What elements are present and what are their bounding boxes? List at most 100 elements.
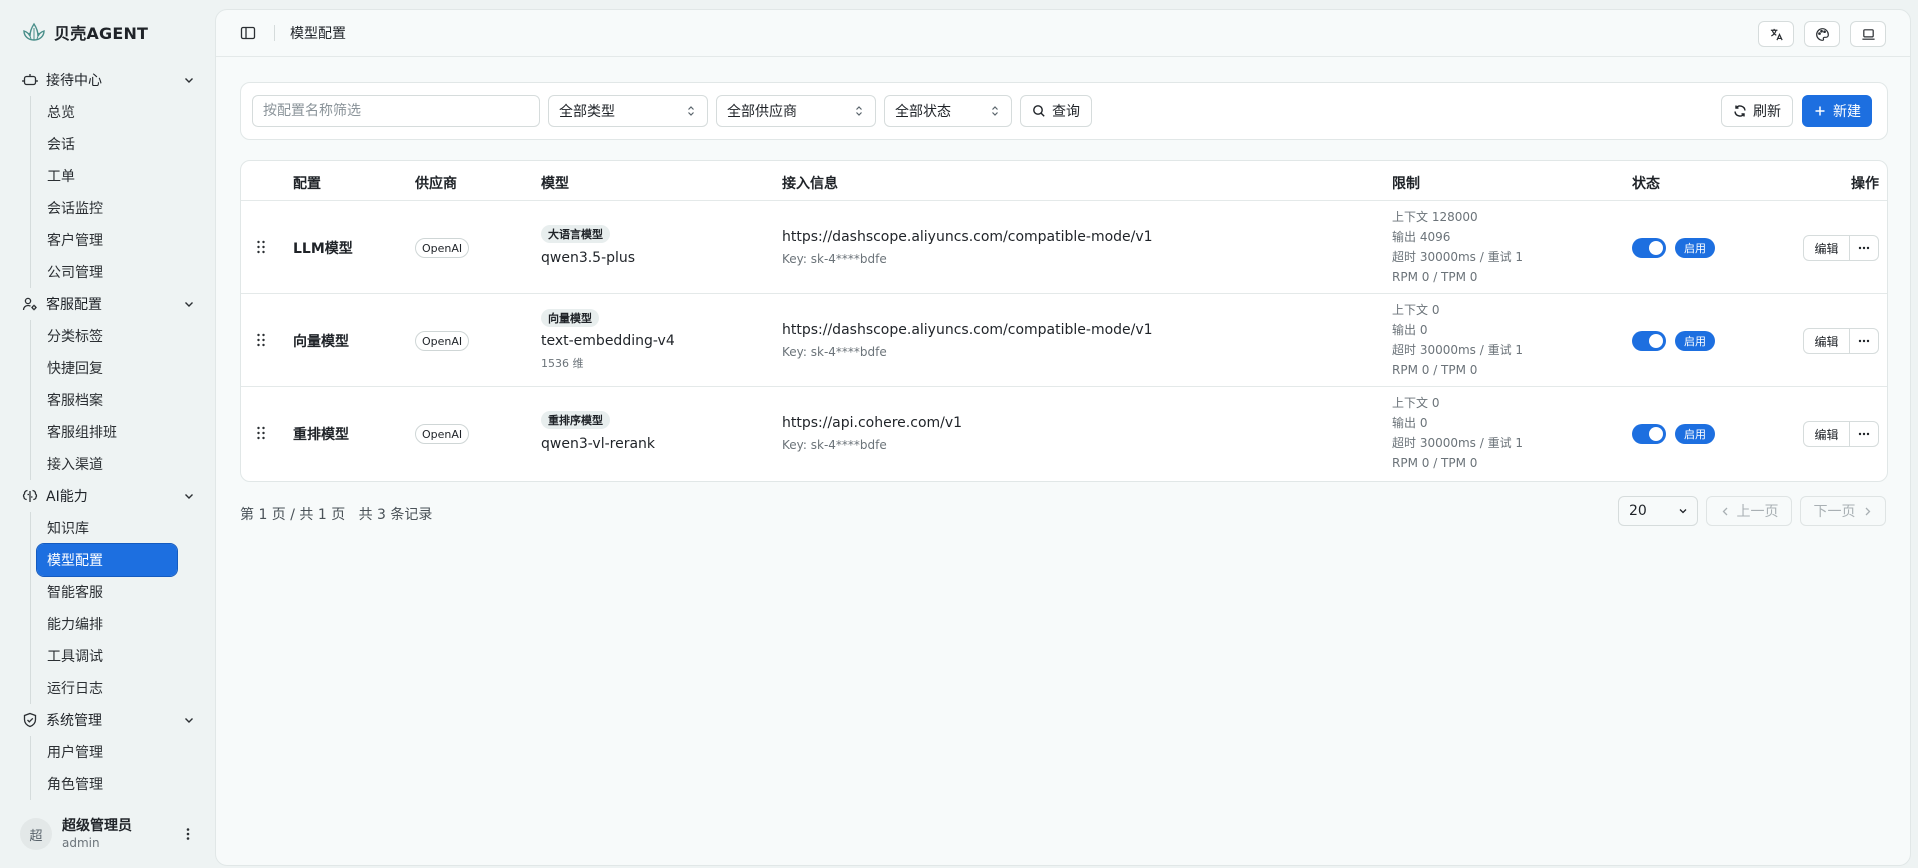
vendor-select[interactable]: 全部供应商 [716, 95, 876, 127]
nav-group-label: AI能力 [46, 489, 88, 505]
sidebar-item-roles[interactable]: 角色管理 [37, 768, 177, 800]
chevron-down-icon [185, 302, 193, 307]
sidebar-item-session-monitor[interactable]: 会话监控 [37, 192, 177, 224]
nav-group-reception[interactable]: 接待中心 [0, 64, 214, 96]
page-size-select[interactable]: 20 [1618, 496, 1698, 526]
status-select[interactable]: 全部状态 [884, 95, 1012, 127]
model-name: qwen3-vl-rerank [541, 436, 656, 452]
edit-button[interactable]: 编辑 [1804, 236, 1850, 260]
ai-brain-icon [22, 489, 38, 502]
column-header: 模型 [541, 176, 569, 192]
enable-toggle[interactable] [1632, 424, 1666, 444]
nav-group-service-config[interactable]: 客服配置 [0, 288, 214, 320]
sidebar-item-overview[interactable]: 总览 [37, 96, 177, 128]
status-badge: 启用 [1675, 331, 1715, 351]
table-row[interactable]: 重排模型 OpenAI 重排序模型 qwen3-vl-rerank https:… [241, 387, 1887, 480]
sidebar-toggle-icon[interactable] [240, 25, 256, 41]
model-type-tag: 大语言模型 [541, 225, 610, 243]
chevron-right-icon [1865, 507, 1870, 515]
brand[interactable]: 贝壳AGENT [22, 20, 148, 44]
model-dimension: 1536 维 [541, 357, 584, 370]
sidebar: 贝壳AGENT 接待中心 总览 会话 工单 会话监控 客户管理 公司管理 客服配… [0, 0, 214, 868]
limit-rate: RPM 0 / TPM 0 [1392, 456, 1478, 470]
theme-button[interactable] [1804, 21, 1840, 47]
pagination: 20 上一页 下一页 [1618, 496, 1886, 526]
main-panel: 模型配置 全部类型 [215, 9, 1911, 866]
sidebar-item-tool-debug[interactable]: 工具调试 [37, 640, 177, 672]
table-row[interactable]: 向量模型 OpenAI 向量模型 text-embedding-v4 1536 … [241, 294, 1887, 387]
language-button[interactable] [1758, 21, 1794, 47]
type-select[interactable]: 全部类型 [548, 95, 708, 127]
config-name-filter-input[interactable] [252, 95, 540, 127]
sidebar-item-agent-profiles[interactable]: 客服档案 [37, 384, 177, 416]
sidebar-item-quick-replies[interactable]: 快捷回复 [37, 352, 177, 384]
sidebar-item-customers[interactable]: 客户管理 [37, 224, 177, 256]
row-actions: 编辑 [1803, 235, 1879, 261]
sidebar-item-tags[interactable]: 分类标签 [37, 320, 177, 352]
limit-timeout: 超时 30000ms / 重试 1 [1392, 343, 1524, 357]
drag-handle-icon[interactable] [255, 425, 267, 441]
top-actions [1758, 21, 1886, 47]
chevron-down-icon [1679, 509, 1687, 514]
prev-page-button[interactable]: 上一页 [1706, 496, 1792, 526]
sidebar-item-group-schedule[interactable]: 客服组排班 [37, 416, 177, 448]
chevron-up-down-icon [992, 106, 998, 116]
column-header: 状态 [1632, 176, 1660, 192]
more-button[interactable] [1850, 329, 1878, 353]
refresh-button[interactable]: 刷新 [1721, 95, 1793, 127]
sidebar-item-smart-service[interactable]: 智能客服 [37, 576, 177, 608]
model-type-tag: 重排序模型 [541, 411, 610, 429]
edit-button[interactable]: 编辑 [1804, 329, 1850, 353]
model-type-tag: 向量模型 [541, 309, 599, 327]
more-button[interactable] [1850, 236, 1878, 260]
nav-group-ai[interactable]: AI能力 [0, 480, 214, 512]
sidebar-item-channels[interactable]: 接入渠道 [37, 448, 177, 480]
user-menu[interactable]: 超 超级管理员 admin [20, 814, 196, 854]
chevron-down-icon [185, 718, 193, 723]
row-actions: 编辑 [1803, 328, 1879, 354]
limit-output: 输出 0 [1392, 416, 1428, 430]
drag-handle-icon[interactable] [255, 332, 267, 348]
more-vertical-icon[interactable] [180, 826, 196, 842]
chevron-up-down-icon [688, 106, 694, 116]
more-horizontal-icon [1858, 339, 1870, 343]
table-row[interactable]: LLM模型 OpenAI 大语言模型 qwen3.5-plus https://… [241, 201, 1887, 294]
limit-timeout: 超时 30000ms / 重试 1 [1392, 250, 1524, 264]
create-button[interactable]: 新建 [1802, 95, 1872, 127]
enable-toggle[interactable] [1632, 331, 1666, 351]
sidebar-item-users[interactable]: 用户管理 [37, 736, 177, 768]
sidebar-item-tickets[interactable]: 工单 [37, 160, 177, 192]
config-name: 向量模型 [293, 334, 349, 350]
more-horizontal-icon [1858, 246, 1870, 250]
more-button[interactable] [1850, 422, 1878, 446]
table-header: 配置 供应商 模型 接入信息 限制 状态 操作 [241, 161, 1887, 201]
sidebar-item-companies[interactable]: 公司管理 [37, 256, 177, 288]
nav-group-system[interactable]: 系统管理 [0, 704, 214, 736]
limits: 上下文 0 输出 0 超时 30000ms / 重试 1 RPM 0 / TPM… [1392, 300, 1523, 380]
query-button[interactable]: 查询 [1020, 95, 1092, 127]
display-button[interactable] [1850, 21, 1886, 47]
type-select-value: 全部类型 [559, 104, 615, 120]
brand-name: 贝壳AGENT [54, 24, 149, 43]
next-page-button[interactable]: 下一页 [1800, 496, 1886, 526]
sidebar-item-run-logs[interactable]: 运行日志 [37, 672, 177, 704]
limit-context: 上下文 128000 [1392, 210, 1478, 224]
edit-button[interactable]: 编辑 [1804, 422, 1850, 446]
enable-toggle[interactable] [1632, 238, 1666, 258]
nav-group-items: 知识库 模型配置 智能客服 能力编排 工具调试 运行日志 [30, 512, 214, 704]
nav-group-label: 系统管理 [46, 713, 102, 729]
search-icon [1033, 105, 1045, 117]
limit-output: 输出 4096 [1392, 230, 1451, 244]
endpoint-url: https://api.cohere.com/v1 [782, 415, 963, 431]
shell-logo-icon [23, 22, 45, 41]
chevron-down-icon [185, 494, 193, 499]
drag-handle-icon[interactable] [255, 239, 267, 255]
limit-rate: RPM 0 / TPM 0 [1392, 363, 1478, 377]
sidebar-item-model-config[interactable]: 模型配置 [36, 543, 178, 577]
vendor-badge: OpenAI [415, 238, 470, 258]
sidebar-item-knowledge-base[interactable]: 知识库 [37, 512, 177, 544]
sidebar-item-orchestration[interactable]: 能力编排 [37, 608, 177, 640]
sidebar-item-sessions[interactable]: 会话 [37, 128, 177, 160]
api-key: Key: sk-4****bdfe [782, 252, 887, 266]
filter-bar: 全部类型 全部供应商 全部状态 查询 刷新 新建 [240, 82, 1888, 140]
